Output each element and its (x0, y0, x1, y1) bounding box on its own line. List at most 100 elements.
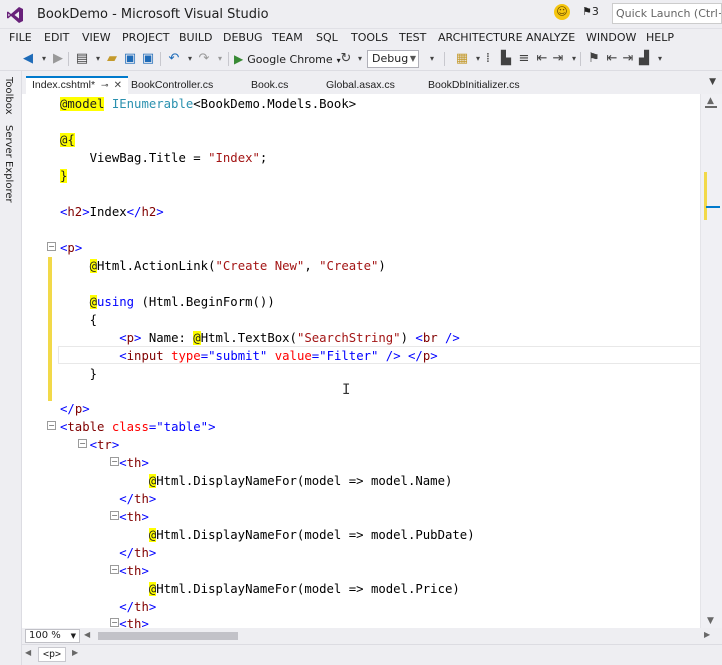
horizontal-scroll-thumb[interactable] (98, 632, 238, 640)
code-attribute: class (104, 420, 149, 434)
open-file-icon[interactable]: ▰ (104, 51, 120, 67)
toolbar-separator (160, 52, 161, 66)
properties-icon[interactable]: ≡ (516, 51, 532, 67)
find-in-files-icon[interactable]: ▦ (454, 51, 470, 67)
toolbar-options-icon[interactable]: ⁞ (480, 51, 496, 67)
code-line: </th> (60, 490, 156, 508)
code-delimiter: > (148, 492, 157, 506)
redo-icon[interactable]: ↷ (196, 51, 212, 67)
code-delimiter: > (74, 241, 83, 255)
menu-test[interactable]: TEST (399, 31, 426, 44)
save-icon[interactable]: ▣ (122, 51, 138, 67)
scroll-right-icon[interactable]: ▶ (704, 630, 710, 639)
zoom-select[interactable]: 100 % ▼ (25, 629, 80, 643)
code-delimiter: > (208, 420, 216, 434)
server-explorer-tab[interactable]: Server Explorer (3, 125, 14, 203)
solution-configuration-select[interactable]: Debug ▼ (367, 50, 419, 68)
code-delimiter: /> (378, 349, 409, 363)
bookmark-next-icon[interactable]: ⇥ (620, 51, 636, 67)
flag-icon: ⚑ (582, 5, 592, 18)
collapse-p-icon[interactable]: − (47, 242, 56, 251)
code-line: @Html.ActionLink("Create New", "Create") (60, 257, 386, 275)
menu-edit[interactable]: EDIT (44, 31, 69, 44)
breadcrumb-right-icon[interactable]: ▶ (72, 648, 78, 657)
solution-explorer-icon[interactable]: ▙ (498, 51, 514, 67)
code-tag: th (134, 546, 149, 560)
menu-architecture[interactable]: ARCHITECTURE (438, 31, 523, 44)
code-attribute: type (163, 349, 201, 363)
razor-at: @ (89, 259, 98, 273)
menu-window[interactable]: WINDOW (586, 31, 636, 44)
code-keyword: using (97, 295, 135, 309)
tab-global-asax-cs[interactable]: Global.asax.cs (320, 77, 401, 94)
code-line: { (60, 311, 97, 329)
pin-icon[interactable]: ⊸ (101, 80, 109, 90)
bookmark-icon[interactable]: ⚑ (586, 51, 602, 67)
new-project-icon[interactable]: ▤ (74, 51, 90, 67)
code-delimiter: </ (119, 546, 135, 560)
code-line: <p> Name: @Html.TextBox("SearchString") … (60, 329, 460, 347)
menu-debug[interactable]: DEBUG (223, 31, 263, 44)
menu-project[interactable]: PROJECT (122, 31, 170, 44)
bookmark-clear-icon[interactable]: ▟ (636, 51, 652, 67)
code-delimiter: > (141, 564, 149, 578)
toolbar-more-icon[interactable]: ▾ (652, 51, 668, 67)
toolbar-overflow-icon[interactable]: ▾ (424, 51, 440, 67)
breadcrumb-left-icon[interactable]: ◀ (25, 648, 31, 657)
tab-index-cshtml[interactable]: Index.cshtml* ⊸ ✕ (26, 76, 128, 94)
code-delimiter: </ (60, 402, 75, 416)
indent-icon[interactable]: ⇥ (550, 51, 566, 67)
menu-file[interactable]: FILE (9, 31, 32, 44)
toolbox-tab[interactable]: Toolbox (3, 77, 14, 115)
save-all-icon[interactable]: ▣ (140, 51, 156, 67)
vertical-scrollbar[interactable]: ▲ ▼ (700, 94, 722, 628)
refresh-dropdown-icon[interactable]: ▾ (352, 51, 368, 67)
menu-help[interactable]: HELP (646, 31, 674, 44)
breadcrumb-item[interactable]: <p> (38, 647, 67, 662)
undo-icon[interactable]: ↶ (166, 51, 182, 67)
code-line: <th> (60, 562, 149, 580)
code-line: @using (Html.BeginForm()) (60, 293, 275, 311)
code-delimiter: </ (126, 205, 142, 219)
menu-analyze[interactable]: ANALYZE (526, 31, 575, 44)
notifications-flag[interactable]: ⚑3 (582, 5, 599, 18)
code-tag: th (126, 564, 142, 578)
outdent-icon[interactable]: ⇤ (534, 51, 550, 67)
splitter-handle[interactable] (705, 106, 717, 108)
bookmark-previous-icon[interactable]: ⇤ (604, 51, 620, 67)
scroll-down-icon[interactable]: ▼ (707, 616, 714, 626)
close-icon[interactable]: ✕ (114, 80, 122, 91)
start-debugging-button[interactable]: ▶ Google Chrome ▾ (234, 50, 341, 68)
back-icon[interactable]: ◀ (20, 51, 36, 67)
redo-dropdown-icon[interactable]: ▾ (212, 51, 228, 67)
code-line: } (60, 167, 68, 185)
code-delimiter: > (156, 205, 164, 219)
change-marker (48, 257, 52, 401)
scroll-up-icon[interactable]: ▲ (707, 96, 714, 106)
code-text: Name: (141, 331, 194, 345)
forward-icon[interactable]: ▶ (50, 51, 66, 67)
tab-bookdbinitializer-cs[interactable]: BookDbInitializer.cs (422, 77, 526, 94)
razor-block-close: } (60, 169, 68, 183)
scroll-left-icon[interactable]: ◀ (84, 630, 90, 639)
menu-tools[interactable]: TOOLS (351, 31, 388, 44)
menu-build[interactable]: BUILD (179, 31, 212, 44)
feedback-smiley-icon[interactable]: ☺ (554, 4, 570, 20)
menu-sql[interactable]: SQL (316, 31, 338, 44)
collapse-table-icon[interactable]: − (47, 421, 56, 430)
tab-book-cs[interactable]: Book.cs (245, 77, 294, 94)
code-tag: table (67, 420, 105, 434)
tab-bookcontroller-cs[interactable]: BookController.cs (125, 77, 219, 94)
code-delimiter: < (119, 510, 127, 524)
quick-launch-input[interactable]: Quick Launch (Ctrl+Q) (612, 3, 722, 24)
toolbar-separator (68, 52, 69, 66)
tab-overflow-icon[interactable]: ▼ (709, 77, 716, 87)
code-text: ; (259, 151, 268, 165)
menu-view[interactable]: VIEW (82, 31, 111, 44)
code-delimiter: > (82, 205, 90, 219)
code-delimiter: > (141, 510, 149, 524)
code-text: Price) (415, 582, 460, 596)
menu-team[interactable]: TEAM (272, 31, 303, 44)
tab-label: BookController.cs (131, 79, 214, 91)
code-editor[interactable]: − − − − − − − @model IEnumerable<BookDem… (22, 94, 722, 628)
